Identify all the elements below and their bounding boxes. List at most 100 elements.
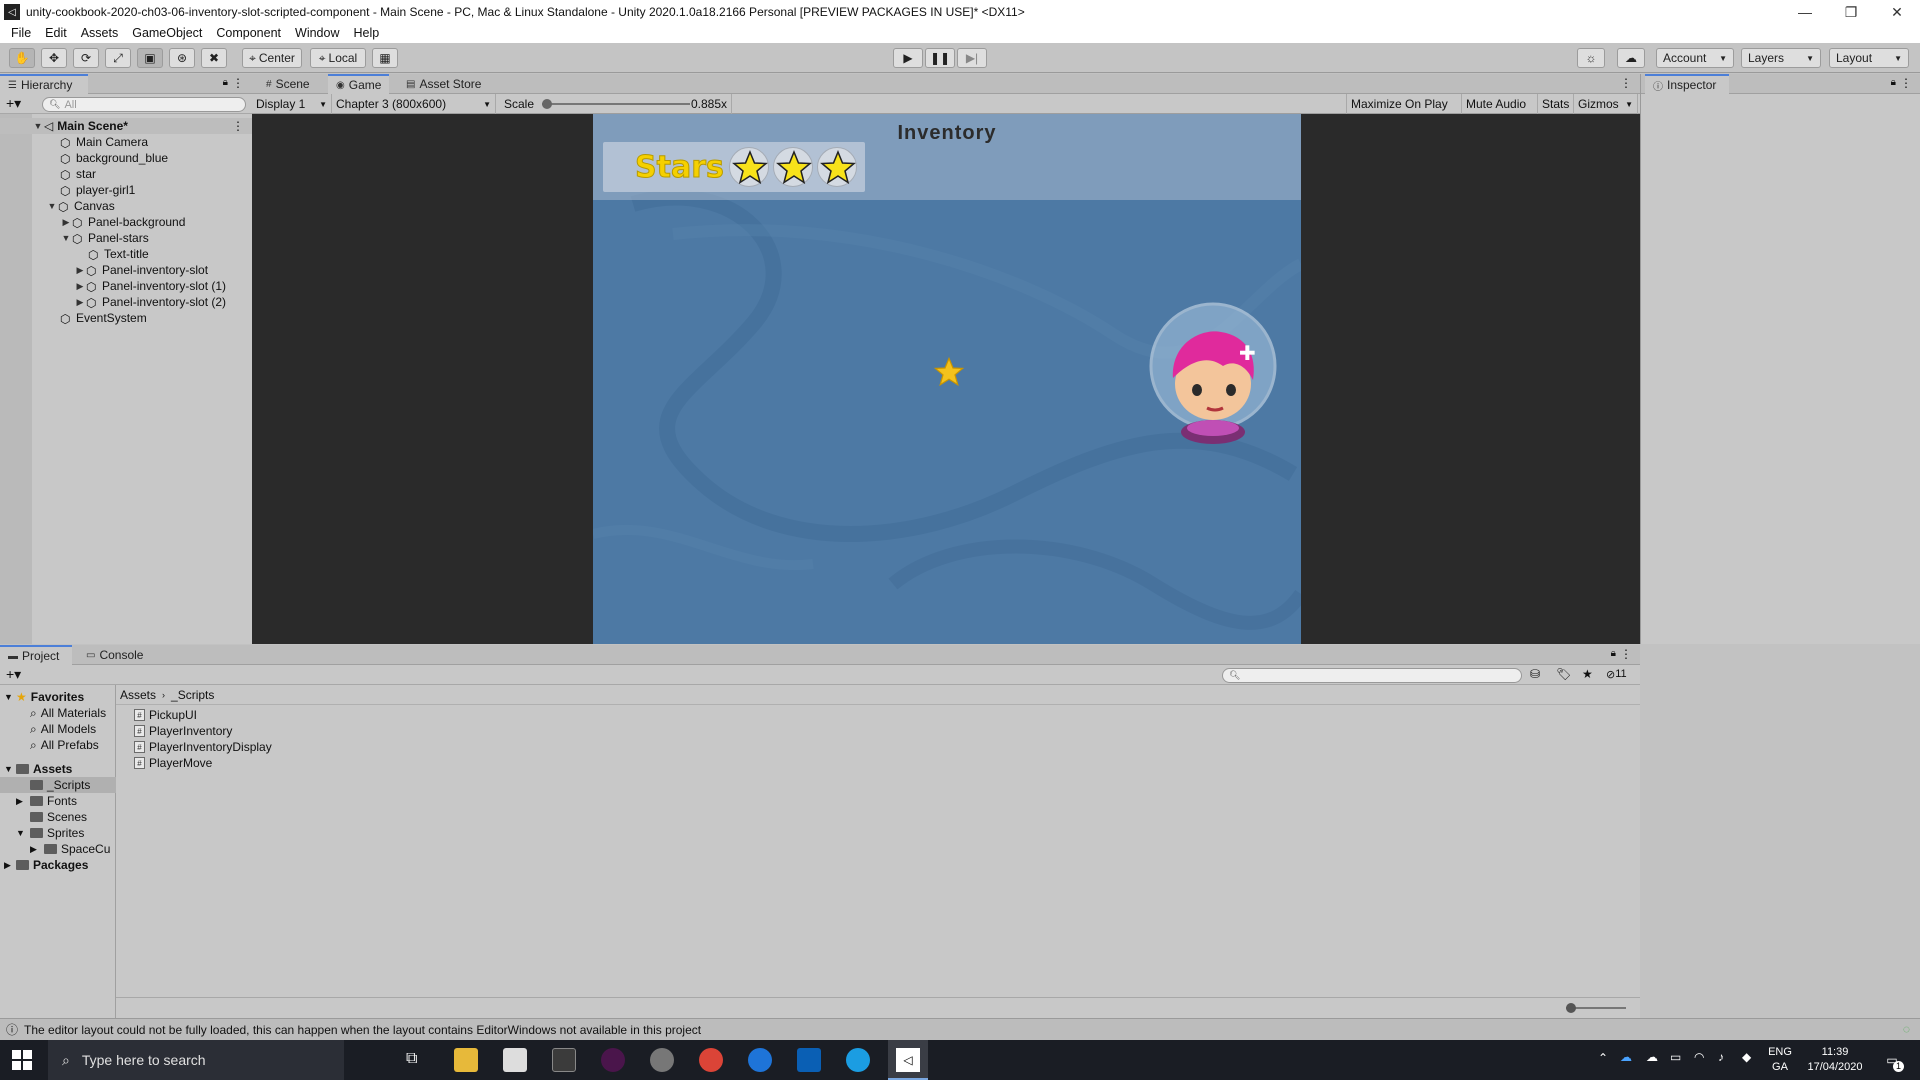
favorite-all-prefabs[interactable]: ⌕ All Prefabs: [30, 737, 99, 753]
mute-audio-toggle[interactable]: Mute Audio: [1462, 94, 1538, 114]
chevron-up-icon[interactable]: ⌃: [1598, 1051, 1608, 1065]
favorite-star-icon[interactable]: ★: [1582, 667, 1593, 681]
assets-folder[interactable]: ▼ Assets: [4, 761, 72, 777]
more-menu-icon[interactable]: ⋮: [1900, 76, 1912, 90]
language-indicator[interactable]: ENG GA: [1766, 1045, 1794, 1075]
resolution-dropdown[interactable]: Chapter 3 (800x600) ▼: [332, 94, 496, 114]
favorite-all-materials[interactable]: ⌕ All Materials: [30, 705, 106, 721]
script-file[interactable]: # PlayerMove: [134, 755, 212, 771]
pivot-local-button[interactable]: ⌖ Local: [310, 48, 366, 68]
folder-fonts[interactable]: ▶ Fonts: [16, 793, 77, 809]
scale-slider-thumb[interactable]: [542, 99, 553, 109]
volume-icon[interactable]: ♪: [1718, 1050, 1724, 1064]
menu-gameobject[interactable]: GameObject: [125, 26, 209, 40]
favorites-header[interactable]: ▼ ★ Favorites: [4, 689, 84, 705]
wifi-icon[interactable]: ◠: [1694, 1050, 1704, 1064]
breadcrumb-assets[interactable]: Assets: [120, 688, 156, 702]
pause-button[interactable]: ❚❚: [925, 48, 955, 68]
breadcrumb-scripts[interactable]: _Scripts: [171, 688, 214, 702]
menu-assets[interactable]: Assets: [74, 26, 126, 40]
menu-help[interactable]: Help: [346, 26, 386, 40]
icon-size-thumb[interactable]: [1566, 1003, 1576, 1013]
filter-label-icon[interactable]: 🏷︎: [1556, 667, 1571, 681]
tab-asset-store[interactable]: ▤ Asset Store: [398, 74, 489, 94]
tree-item-inventory-slot-2[interactable]: ▶ ⬡ Panel-inventory-slot (2): [0, 294, 252, 310]
tree-item-player-girl1[interactable]: ⬡ player-girl1: [0, 182, 252, 198]
taskbar-search[interactable]: ⌕ Type here to search: [48, 1040, 344, 1080]
more-menu-icon[interactable]: ⋮: [232, 76, 244, 90]
outlook-icon[interactable]: [797, 1048, 821, 1072]
display-dropdown[interactable]: Display 1 ▼: [252, 94, 332, 114]
menu-component[interactable]: Component: [209, 26, 288, 40]
account-dropdown[interactable]: Account ▼: [1656, 48, 1734, 68]
stats-toggle[interactable]: Stats: [1538, 94, 1574, 114]
tab-scene[interactable]: # Scene: [258, 74, 318, 94]
store-icon[interactable]: [552, 1048, 576, 1072]
menu-edit[interactable]: Edit: [38, 26, 74, 40]
transform-tool-button[interactable]: ⊛: [169, 48, 195, 68]
task-view-icon[interactable]: ⧉: [406, 1050, 417, 1068]
tree-item-inventory-slot-1[interactable]: ▶ ⬡ Panel-inventory-slot (1): [0, 278, 252, 294]
move-tool-button[interactable]: ✥: [41, 48, 67, 68]
scale-tool-button[interactable]: ⤢: [105, 48, 131, 68]
folder-scenes[interactable]: Scenes: [30, 809, 87, 825]
tree-item-main-scene[interactable]: ▼ ◁ Main Scene* ⋮: [0, 118, 252, 134]
menu-window[interactable]: Window: [288, 26, 346, 40]
tree-item-eventsystem[interactable]: ⬡ EventSystem: [0, 310, 252, 326]
tree-item-canvas[interactable]: ▼ ⬡ Canvas: [0, 198, 252, 214]
tab-hierarchy[interactable]: ☰ Hierarchy: [0, 74, 88, 94]
tree-item-main-camera[interactable]: ⬡ Main Camera: [0, 134, 252, 150]
restore-button[interactable]: ❐: [1828, 0, 1874, 24]
start-button[interactable]: [12, 1050, 32, 1070]
more-menu-icon[interactable]: ⋮: [232, 119, 244, 133]
cloud-button[interactable]: ☁: [1617, 48, 1645, 68]
pivot-center-button[interactable]: ⌖ Center: [242, 48, 302, 68]
minimize-button[interactable]: —: [1782, 0, 1828, 24]
layout-dropdown[interactable]: Layout ▼: [1829, 48, 1909, 68]
tree-item-panel-background[interactable]: ▶ ⬡ Panel-background: [0, 214, 252, 230]
script-file[interactable]: # PickupUI: [134, 707, 197, 723]
close-button[interactable]: ✕: [1874, 0, 1920, 24]
play-button[interactable]: ▶: [893, 48, 923, 68]
packages-folder[interactable]: ▶ Packages: [4, 857, 88, 873]
tree-item-inventory-slot[interactable]: ▶ ⬡ Panel-inventory-slot: [0, 262, 252, 278]
script-file[interactable]: # PlayerInventory: [134, 723, 232, 739]
lock-icon[interactable]: 🔒︎: [1891, 77, 1896, 88]
hand-tool-button[interactable]: ✋: [9, 48, 35, 68]
rotate-tool-button[interactable]: ⟳: [73, 48, 99, 68]
tab-console[interactable]: ▭ Console: [78, 645, 151, 665]
settings-gear-icon[interactable]: [650, 1048, 674, 1072]
edge-icon[interactable]: [748, 1048, 772, 1072]
unity-taskbar-item[interactable]: ◁: [888, 1040, 928, 1080]
layers-dropdown[interactable]: Layers ▼: [1741, 48, 1821, 68]
lock-icon[interactable]: 🔒︎: [223, 77, 228, 88]
add-button[interactable]: +▾: [6, 95, 21, 112]
hierarchy-search[interactable]: 🔍︎ All: [42, 97, 246, 112]
step-button[interactable]: ▶|: [957, 48, 987, 68]
slack-icon[interactable]: [601, 1048, 625, 1072]
game-canvas[interactable]: Inventory Stars ✚: [593, 114, 1301, 644]
add-button[interactable]: +▾: [6, 666, 21, 683]
favorite-all-models[interactable]: ⌕ All Models: [30, 721, 96, 737]
menu-file[interactable]: File: [4, 26, 38, 40]
tree-item-text-title[interactable]: ⬡ Text-title: [0, 246, 252, 262]
grid-snap-button[interactable]: ▦: [372, 48, 398, 68]
more-menu-icon[interactable]: ⋮: [1620, 647, 1632, 661]
gizmos-dropdown[interactable]: Gizmos ▼: [1574, 94, 1638, 114]
file-explorer-icon[interactable]: [454, 1048, 478, 1072]
lock-icon[interactable]: 🔒︎: [1611, 648, 1616, 659]
scale-slider[interactable]: [542, 99, 691, 109]
folder-scripts[interactable]: _Scripts: [0, 777, 116, 793]
filter-type-icon[interactable]: ⛁: [1530, 667, 1540, 681]
unity-hub-icon[interactable]: [503, 1048, 527, 1072]
cloud-icon[interactable]: ☁: [1646, 1050, 1658, 1064]
custom-tool-button[interactable]: ✖: [201, 48, 227, 68]
tab-inspector[interactable]: ⓘ Inspector: [1645, 74, 1729, 94]
project-search[interactable]: 🔍︎: [1222, 668, 1522, 683]
clock[interactable]: 11:39 17/04/2020: [1800, 1045, 1870, 1075]
safari-icon[interactable]: [846, 1048, 870, 1072]
rect-tool-button[interactable]: ▣: [137, 48, 163, 68]
more-menu-icon[interactable]: ⋮: [1620, 76, 1632, 90]
maximize-on-play-toggle[interactable]: Maximize On Play: [1346, 94, 1462, 114]
icon-size-slider[interactable]: [1566, 1003, 1626, 1013]
